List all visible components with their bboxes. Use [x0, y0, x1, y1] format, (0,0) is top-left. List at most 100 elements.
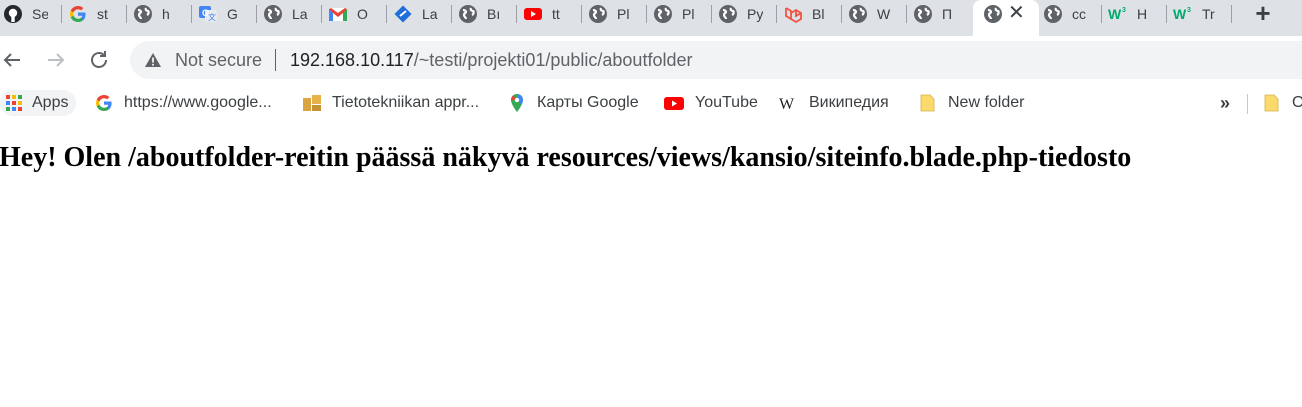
- globe-icon: [264, 5, 282, 23]
- globe-icon: [984, 5, 1002, 23]
- back-arrow-icon[interactable]: [0, 48, 24, 72]
- browser-tab[interactable]: W3 Tr: [1170, 0, 1232, 28]
- browser-tab[interactable]: h: [130, 0, 192, 28]
- browser-tab[interactable]: Pl: [585, 0, 647, 28]
- github-icon: [4, 5, 22, 23]
- tab-separator: [711, 5, 712, 23]
- bookmark-item[interactable]: W Википедия: [779, 90, 889, 116]
- tab-separator: [1231, 5, 1232, 23]
- bookmark-label: YouTube: [695, 94, 758, 111]
- other-bookmarks-folder[interactable]: O: [1262, 90, 1302, 116]
- not-secure-label[interactable]: Not secure: [175, 50, 262, 70]
- wikipedia-icon: W: [779, 96, 795, 113]
- tab-title: П: [942, 6, 953, 22]
- bookmarks-overflow-button[interactable]: »: [1220, 93, 1230, 114]
- apps-button[interactable]: Apps: [0, 90, 77, 116]
- address-bar[interactable]: Not secure 192.168.10.117/~testi/projekt…: [130, 41, 1302, 79]
- tab-title: G: [227, 6, 238, 22]
- apps-label: Apps: [32, 94, 69, 111]
- browser-tab[interactable]: Pl: [650, 0, 712, 28]
- browser-tab[interactable]: La: [260, 0, 322, 28]
- tab-separator: [386, 5, 387, 23]
- tab-title: Se: [32, 6, 48, 22]
- tab-separator: [581, 5, 582, 23]
- tab-title: H: [1137, 6, 1148, 22]
- tab-separator: [191, 5, 192, 23]
- tab-title: W: [877, 6, 891, 22]
- google-translate-icon: G文: [199, 6, 217, 22]
- bookmarks-separator: [1247, 94, 1248, 114]
- tab-title: h: [162, 6, 170, 22]
- w3schools-icon: W3: [1173, 6, 1191, 22]
- forward-arrow-icon[interactable]: [44, 48, 68, 72]
- tab-title: Bl: [812, 6, 825, 22]
- page-heading: Hey! Olen /aboutfolder-reitin päässä näk…: [0, 142, 1132, 173]
- browser-tab[interactable]: W3 H: [1105, 0, 1167, 28]
- tab-title: Tr: [1202, 6, 1215, 22]
- globe-icon: [1044, 5, 1062, 23]
- reload-icon[interactable]: [87, 48, 111, 72]
- tab-title: La: [292, 6, 308, 22]
- browser-tab[interactable]: cc: [1040, 0, 1102, 28]
- tab-separator: [1101, 5, 1102, 23]
- tab-title: La: [422, 6, 438, 22]
- browser-tab[interactable]: Se: [0, 0, 62, 28]
- svg-text:W: W: [779, 96, 795, 113]
- omnibox-separator: [275, 49, 276, 71]
- browser-tab[interactable]: st: [65, 0, 127, 28]
- svg-text:W: W: [1108, 6, 1122, 22]
- bookmark-item[interactable]: https://www.google...: [94, 90, 272, 116]
- tab-title: Bı: [487, 6, 501, 22]
- bookmark-label: Википедия: [809, 94, 889, 111]
- tab-title: Pl: [682, 6, 695, 22]
- folder-icon: [1264, 94, 1279, 112]
- bookmark-item[interactable]: Tietotekniikan appr...: [302, 90, 479, 116]
- browser-tab[interactable]: O: [325, 0, 387, 28]
- tab-separator: [841, 5, 842, 23]
- bookmark-item[interactable]: YouTube: [663, 90, 758, 116]
- tab-separator: [126, 5, 127, 23]
- browser-tab[interactable]: Py: [715, 0, 777, 28]
- tab-title: Py: [747, 6, 763, 22]
- browser-toolbar: Not secure 192.168.10.117/~testi/projekt…: [0, 36, 1302, 84]
- browser-tab[interactable]: tt: [520, 0, 582, 28]
- warning-triangle-icon[interactable]: [144, 52, 162, 68]
- gmail-icon: [329, 8, 347, 21]
- bookmark-label: https://www.google...: [124, 94, 272, 111]
- tab-separator: [321, 5, 322, 23]
- globe-icon: [914, 5, 932, 23]
- svg-text:W: W: [1173, 6, 1187, 22]
- browser-tab[interactable]: W: [845, 0, 907, 28]
- google-maps-icon: [510, 94, 523, 112]
- browser-tab[interactable]: Bı: [455, 0, 517, 28]
- google-icon: [96, 95, 112, 111]
- laravel-icon: [785, 7, 802, 24]
- bookmark-folder[interactable]: New folder: [918, 90, 1024, 116]
- tab-separator: [256, 5, 257, 23]
- url-path: /~testi/projekti01/public/aboutfolder: [413, 50, 693, 70]
- browser-tab[interactable]: La: [390, 0, 452, 28]
- url-text[interactable]: 192.168.10.117/~testi/projekti01/public/…: [290, 50, 692, 70]
- browser-tab[interactable]: G文 G: [195, 0, 257, 28]
- browser-tab-active[interactable]: ✕: [973, 0, 1039, 36]
- google-icon: [70, 6, 86, 22]
- youtube-icon: [664, 97, 684, 110]
- globe-icon: [719, 5, 737, 23]
- bookmarks-bar: Apps https://www.google... Tietotekniika…: [0, 84, 1302, 122]
- globe-icon: [654, 5, 672, 23]
- svg-text:3: 3: [1122, 7, 1126, 14]
- new-tab-button[interactable]: +: [1250, 0, 1276, 26]
- browser-tab[interactable]: П: [910, 0, 972, 28]
- tab-title: st: [97, 6, 108, 22]
- page-content: Hey! Olen /aboutfolder-reitin päässä näk…: [0, 122, 1302, 407]
- tab-separator: [1166, 5, 1167, 23]
- tab-title: O: [357, 6, 368, 22]
- close-tab-icon[interactable]: ✕: [1008, 2, 1025, 24]
- bookmark-item[interactable]: Карты Google: [507, 90, 639, 116]
- tab-separator: [451, 5, 452, 23]
- tab-title: Pl: [617, 6, 630, 22]
- svg-text:3: 3: [1187, 7, 1191, 14]
- browser-tab[interactable]: Bl: [780, 0, 842, 28]
- folder-icon: [920, 94, 935, 112]
- bookmark-label: Карты Google: [537, 94, 639, 111]
